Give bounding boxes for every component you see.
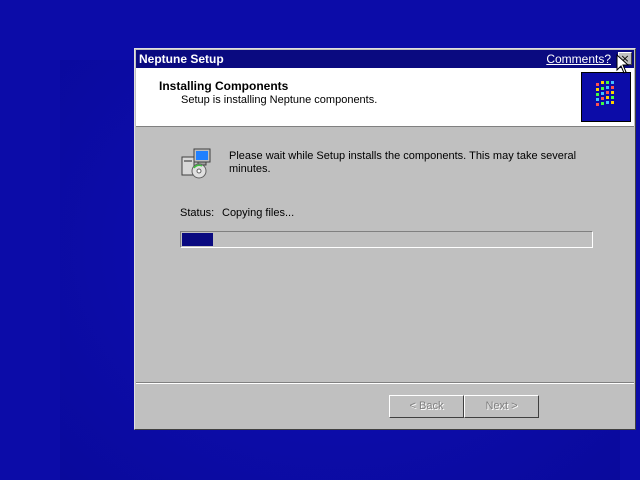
setup-logo-icon [581, 72, 631, 122]
mouse-cursor-icon [616, 53, 630, 74]
progress-fill [182, 233, 213, 246]
header-panel: Installing Components Setup is installin… [136, 68, 634, 127]
back-button[interactable]: < Back [389, 395, 464, 418]
progress-bar [180, 231, 593, 248]
comments-link[interactable]: Comments? [546, 52, 611, 66]
window-title: Neptune Setup [139, 52, 224, 66]
install-message: Please wait while Setup installs the com… [229, 150, 577, 175]
footer-separator [136, 382, 634, 384]
page-title: Installing Components [159, 79, 289, 93]
page-subtitle: Setup is installing Neptune components. [181, 94, 378, 106]
title-bar[interactable]: Neptune Setup Comments? × [136, 50, 634, 68]
installer-disk-icon [180, 147, 214, 181]
status-label: Status: [180, 207, 215, 219]
setup-dialog: Neptune Setup Comments? × Installing Com… [134, 48, 636, 430]
next-button[interactable]: Next > [464, 395, 539, 418]
status-value: Copying files... [222, 207, 295, 219]
